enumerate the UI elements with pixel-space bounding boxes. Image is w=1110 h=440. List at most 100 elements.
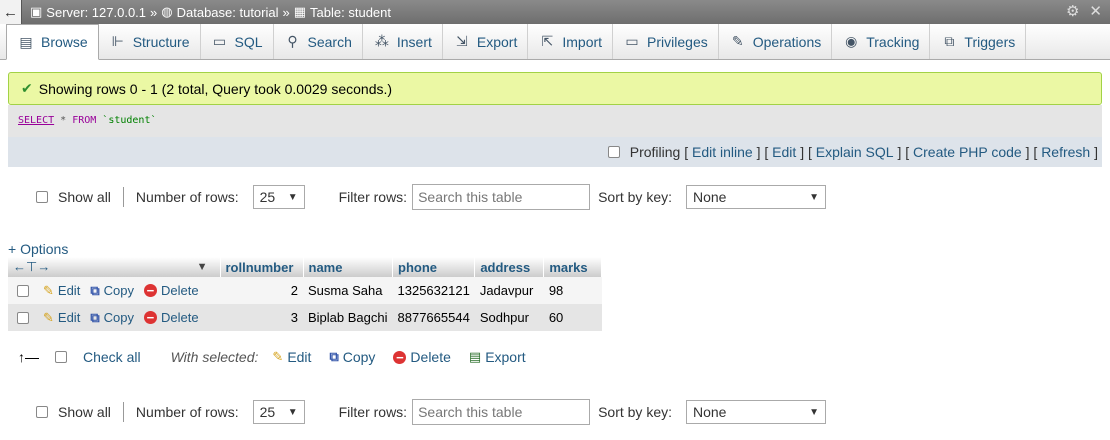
show-all-checkbox[interactable] bbox=[36, 191, 48, 203]
edit-row-button[interactable]: ✎ Edit bbox=[43, 283, 80, 299]
cell-marks[interactable]: 98 bbox=[543, 277, 602, 304]
edit-row-button[interactable]: ✎ Edit bbox=[43, 310, 80, 326]
row-checkbox[interactable] bbox=[17, 312, 29, 325]
cell-marks[interactable]: 60 bbox=[543, 304, 602, 331]
chevron-down-icon: ▼ bbox=[287, 191, 298, 203]
navigation-row-bottom: Show all Number of rows: 25 ▼ Filter row… bbox=[36, 399, 826, 425]
tab-search[interactable]: ⚲ Search bbox=[274, 24, 363, 59]
tab-export[interactable]: ⇲ Export bbox=[443, 24, 529, 59]
tab-structure[interactable]: ⊩ Structure bbox=[99, 24, 201, 59]
import-icon: ⇱ bbox=[541, 33, 554, 49]
tab-import[interactable]: ⇱ Import bbox=[528, 24, 614, 59]
sort-by-key-value: None bbox=[693, 404, 727, 420]
tab-insert[interactable]: ⁂ Insert bbox=[363, 24, 443, 59]
sql-keyword-select[interactable]: SELECT bbox=[18, 115, 54, 126]
copy-row-button[interactable]: ⧉ Copy bbox=[90, 283, 134, 299]
refresh-link[interactable]: Refresh bbox=[1041, 144, 1090, 160]
pencil-icon: ✎ bbox=[272, 349, 284, 364]
bracket: [ bbox=[684, 144, 689, 160]
tab-label: Operations bbox=[752, 33, 822, 50]
pencil-icon: ✎ bbox=[43, 309, 54, 325]
success-message: ✔ Showing rows 0 - 1 (2 total, Query too… bbox=[8, 72, 1102, 105]
divider bbox=[122, 402, 124, 422]
column-header-marks[interactable]: marks bbox=[543, 257, 603, 277]
server-icon: ▣ bbox=[30, 4, 43, 19]
tab-operations[interactable]: ✎ Operations bbox=[719, 24, 833, 59]
profiling-label: Profiling bbox=[629, 144, 681, 160]
edit-label: Edit bbox=[57, 310, 81, 325]
delete-icon: − bbox=[143, 310, 157, 324]
check-all-checkbox[interactable] bbox=[55, 351, 67, 363]
tab-tracking[interactable]: ◉ Tracking bbox=[832, 24, 931, 59]
breadcrumb-table[interactable]: ▦ Table: student bbox=[294, 4, 391, 20]
number-of-rows-value: 25 bbox=[259, 189, 276, 205]
cell-name[interactable]: Biplab Bagchi bbox=[303, 304, 393, 331]
sql-table-name: `student` bbox=[96, 115, 157, 126]
cell-phone[interactable]: 8877665544 bbox=[392, 304, 475, 331]
sql-icon: ▭ bbox=[212, 33, 227, 49]
column-arrows-icon[interactable]: ←⊤→ bbox=[13, 259, 50, 275]
sort-by-key-select[interactable]: None ▼ bbox=[686, 400, 826, 424]
delete-icon: − bbox=[393, 350, 407, 364]
number-of-rows-select[interactable]: 25 ▼ bbox=[252, 185, 305, 209]
tab-sql[interactable]: ▭ SQL bbox=[201, 24, 274, 59]
chevron-down-icon: ▼ bbox=[809, 406, 819, 418]
copy-label: Copy bbox=[103, 310, 134, 325]
tab-label: Import bbox=[562, 33, 603, 50]
gear-icon[interactable]: ⚙ bbox=[1066, 2, 1079, 20]
filter-rows-input[interactable]: Search this table bbox=[412, 399, 591, 425]
tab-browse[interactable]: ▤ Browse bbox=[6, 24, 99, 60]
tab-label: Tracking bbox=[866, 33, 920, 50]
cell-name[interactable]: Susma Saha bbox=[303, 277, 393, 304]
options-link[interactable]: + Options bbox=[8, 241, 68, 257]
tab-bar: ▤ Browse ⊩ Structure ▭ SQL ⚲ Search ⁂ In… bbox=[0, 24, 1110, 60]
breadcrumb-server-label: Server: 127.0.0.1 bbox=[46, 4, 147, 20]
row-checkbox[interactable] bbox=[17, 285, 29, 298]
cell-rollnumber[interactable]: 3 bbox=[220, 304, 303, 331]
privileges-icon: ▭ bbox=[625, 33, 639, 49]
delete-row-button[interactable]: − Delete bbox=[143, 309, 199, 325]
edit-query-link[interactable]: Edit bbox=[772, 144, 796, 160]
column-header-phone[interactable]: phone bbox=[392, 257, 476, 277]
tab-label: Search bbox=[307, 33, 352, 50]
row-actions: ✎ Edit ⧉ Copy − Delete bbox=[8, 304, 220, 331]
cell-address[interactable]: Jadavpur bbox=[474, 277, 544, 304]
check-all-label[interactable]: Check all bbox=[83, 349, 141, 365]
number-of-rows-label: Number of rows: bbox=[135, 189, 239, 205]
delete-row-button[interactable]: − Delete bbox=[143, 283, 199, 298]
breadcrumb-database[interactable]: ◍ Database: tutorial bbox=[161, 4, 278, 20]
tab-privileges[interactable]: ▭ Privileges bbox=[613, 24, 719, 59]
sort-by-key-select[interactable]: None ▼ bbox=[686, 185, 826, 209]
create-php-code-link[interactable]: Create PHP code bbox=[913, 144, 1022, 160]
number-of-rows-label: Number of rows: bbox=[135, 404, 239, 420]
close-icon[interactable]: ✕ bbox=[1089, 2, 1102, 20]
number-of-rows-select[interactable]: 25 ▼ bbox=[252, 400, 305, 424]
bulk-copy-button[interactable]: ⧉ Copy bbox=[329, 349, 375, 365]
bracket: ] bbox=[1094, 144, 1098, 160]
filter-rows-input[interactable]: Search this table bbox=[412, 184, 591, 210]
breadcrumb-server[interactable]: ▣ Server: 127.0.0.1 bbox=[30, 4, 146, 20]
triggers-icon: ⧉ bbox=[944, 33, 955, 49]
collapse-arrow-icon[interactable]: ← bbox=[0, 0, 22, 24]
bulk-delete-button[interactable]: − Delete bbox=[393, 349, 451, 365]
bulk-edit-button[interactable]: ✎ Edit bbox=[272, 349, 311, 365]
export-icon: ⇲ bbox=[456, 33, 468, 49]
column-header-rollnumber[interactable]: rollnumber bbox=[220, 257, 304, 277]
column-header-address[interactable]: address bbox=[474, 257, 545, 277]
profiling-checkbox[interactable] bbox=[607, 146, 620, 158]
divider bbox=[122, 187, 124, 207]
cell-rollnumber[interactable]: 2 bbox=[220, 277, 303, 304]
delete-label: Delete bbox=[160, 309, 199, 325]
explain-sql-link[interactable]: Explain SQL bbox=[816, 144, 894, 160]
cell-address[interactable]: Sodhpur bbox=[474, 304, 544, 331]
column-header-name[interactable]: name bbox=[303, 257, 393, 277]
tab-triggers[interactable]: ⧉ Triggers bbox=[930, 24, 1027, 59]
copy-row-button[interactable]: ⧉ Copy bbox=[90, 310, 134, 326]
table-row: ✎ Edit ⧉ Copy − Delete 3 Biplab Bagchi 887766… bbox=[8, 304, 602, 331]
edit-inline-link[interactable]: Edit inline bbox=[692, 144, 753, 160]
bulk-export-button[interactable]: ▤ Export bbox=[469, 349, 526, 365]
show-all-checkbox[interactable] bbox=[36, 406, 48, 418]
cell-phone[interactable]: 1325632121 bbox=[392, 277, 475, 304]
chevron-down-icon[interactable]: ▼ bbox=[197, 261, 208, 273]
with-selected-label: With selected: bbox=[170, 349, 259, 365]
